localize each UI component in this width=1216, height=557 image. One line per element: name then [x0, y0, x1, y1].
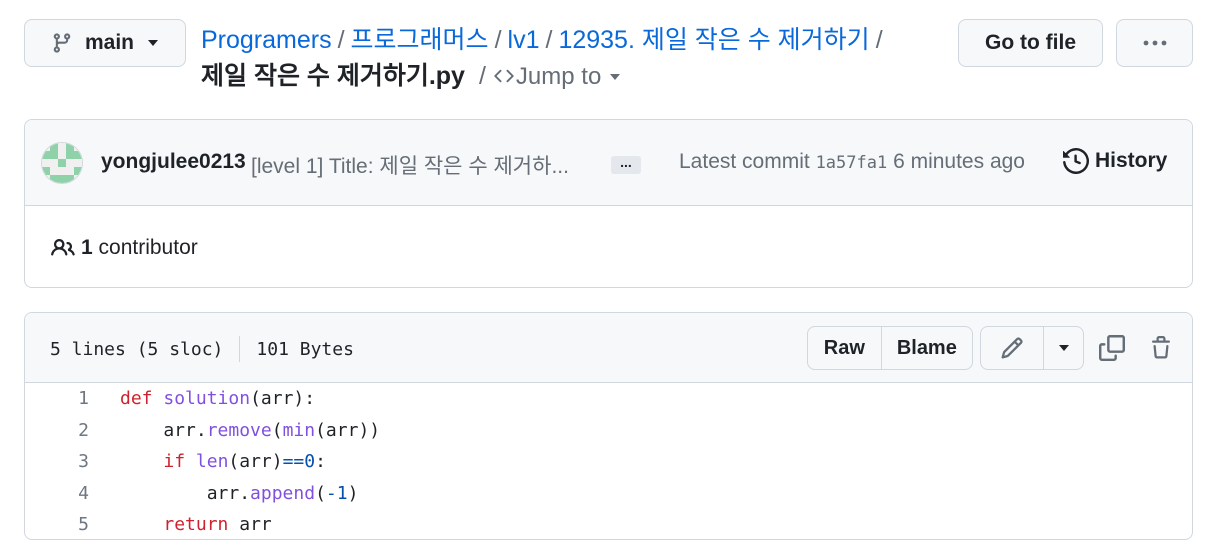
expand-commit-message-button[interactable]: ...	[611, 155, 641, 174]
latest-commit-box: yongjulee0213 [level 1] Title: 제일 작은 수 제…	[24, 119, 1193, 288]
blame-label: Blame	[896, 336, 957, 359]
breadcrumb-folder-link[interactable]: 프로그래머스	[351, 26, 489, 54]
breadcrumb: Programers / 프로그래머스 / lv1/12935. 제일 작은 수 제거하…	[201, 22, 941, 95]
line-number[interactable]: 4	[25, 478, 89, 510]
breadcrumb-file-name: 제일 작은 수 제거하기.py	[201, 62, 465, 90]
blame-button[interactable]: Blame	[880, 327, 972, 369]
file-line-count: 5 lines (5 sloc)	[50, 338, 224, 360]
commit-author-link[interactable]: yongjulee0213	[101, 150, 246, 174]
code-view: 1 def solution(arr): 2 arr.remove(min(arr)…	[25, 383, 1192, 539]
contributors-label: contributor	[98, 236, 198, 259]
copy-icon	[1099, 335, 1125, 361]
raw-label: Raw	[823, 336, 865, 359]
code-line: 2 arr.remove(min(arr))	[25, 415, 1192, 447]
branch-name: main	[85, 31, 135, 54]
breadcrumb-separator: /	[545, 26, 553, 54]
go-to-file-label: Go to file	[985, 31, 1076, 54]
jump-to-label: Jump to	[515, 63, 602, 90]
code-text: arr.remove(min(arr))	[120, 419, 381, 441]
latest-commit-label: Latest commit	[679, 150, 810, 173]
git-branch-icon	[53, 33, 71, 53]
pencil-icon	[1001, 337, 1023, 359]
latest-commit-info: Latest commit 1a57fa1 6 minutes ago	[679, 150, 1025, 174]
edit-group	[980, 326, 1084, 370]
breadcrumb-folder-link[interactable]: lv1	[508, 26, 540, 54]
commit-time: 6 minutes ago	[893, 150, 1025, 173]
kebab-icon	[1143, 40, 1166, 46]
more-options-button[interactable]	[1116, 19, 1193, 67]
code-line: 1 def solution(arr):	[25, 383, 1192, 415]
people-icon	[51, 238, 75, 256]
avatar[interactable]	[41, 142, 83, 184]
file-size: 101 Bytes	[256, 338, 354, 360]
breadcrumb-separator: /	[478, 62, 486, 90]
code-line: 5 return arr	[25, 509, 1192, 539]
history-icon	[1063, 148, 1089, 174]
raw-button[interactable]: Raw	[808, 327, 881, 369]
line-number[interactable]: 3	[25, 446, 89, 478]
breadcrumb-separator: /	[875, 26, 883, 54]
breadcrumb-separator: /	[494, 26, 502, 54]
delete-file-button[interactable]	[1146, 333, 1176, 363]
line-number[interactable]: 1	[25, 383, 89, 415]
divider	[239, 336, 241, 362]
identicon	[42, 143, 82, 183]
history-link[interactable]: History	[1063, 148, 1167, 174]
contributors-link[interactable]: 1 contributor	[51, 236, 198, 260]
commit-message-link[interactable]: [level 1] Title: 제일 작은 수 제거하...	[251, 150, 569, 180]
history-label: History	[1095, 149, 1168, 172]
code-text: def solution(arr):	[120, 388, 316, 409]
edit-file-button[interactable]	[981, 327, 1043, 369]
line-number[interactable]: 2	[25, 415, 89, 447]
file-header: 5 lines (5 sloc) 101 Bytes Raw Blame	[25, 313, 1192, 383]
code-line: 4 arr.append(-1)	[25, 478, 1192, 510]
copy-raw-button[interactable]	[1097, 333, 1127, 363]
breadcrumb-repo-link[interactable]: Programers	[201, 26, 332, 54]
commit-header: yongjulee0213 [level 1] Title: 제일 작은 수 제…	[25, 120, 1192, 206]
code-text: if len(arr)==0:	[163, 451, 326, 472]
chevron-down-icon	[609, 74, 620, 80]
raw-blame-group: Raw Blame	[807, 326, 973, 370]
chevron-down-icon	[1058, 345, 1069, 351]
go-to-file-button[interactable]: Go to file	[958, 19, 1103, 67]
breadcrumb-separator: /	[337, 26, 345, 54]
file-view: 5 lines (5 sloc) 101 Bytes Raw Blame 1 de…	[24, 312, 1193, 540]
jump-to-dropdown[interactable]: Jump to	[492, 63, 620, 90]
code-icon	[494, 69, 514, 83]
file-info: 5 lines (5 sloc) 101 Bytes	[50, 336, 354, 362]
edit-options-dropdown[interactable]	[1043, 327, 1083, 369]
chevron-down-icon	[148, 40, 159, 46]
trash-icon	[1152, 336, 1170, 359]
branch-selector-button[interactable]: main	[24, 19, 186, 67]
breadcrumb-folder-link[interactable]: 12935. 제일 작은 수 제거하기	[558, 26, 869, 54]
commit-sha-link[interactable]: 1a57fa1	[816, 153, 888, 173]
contributors-count: 1	[81, 236, 93, 259]
code-text: return arr	[163, 514, 272, 535]
line-number[interactable]: 5	[25, 509, 89, 539]
code-text: arr.append(-1)	[120, 482, 359, 504]
code-line: 3 if len(arr)==0:	[25, 446, 1192, 478]
